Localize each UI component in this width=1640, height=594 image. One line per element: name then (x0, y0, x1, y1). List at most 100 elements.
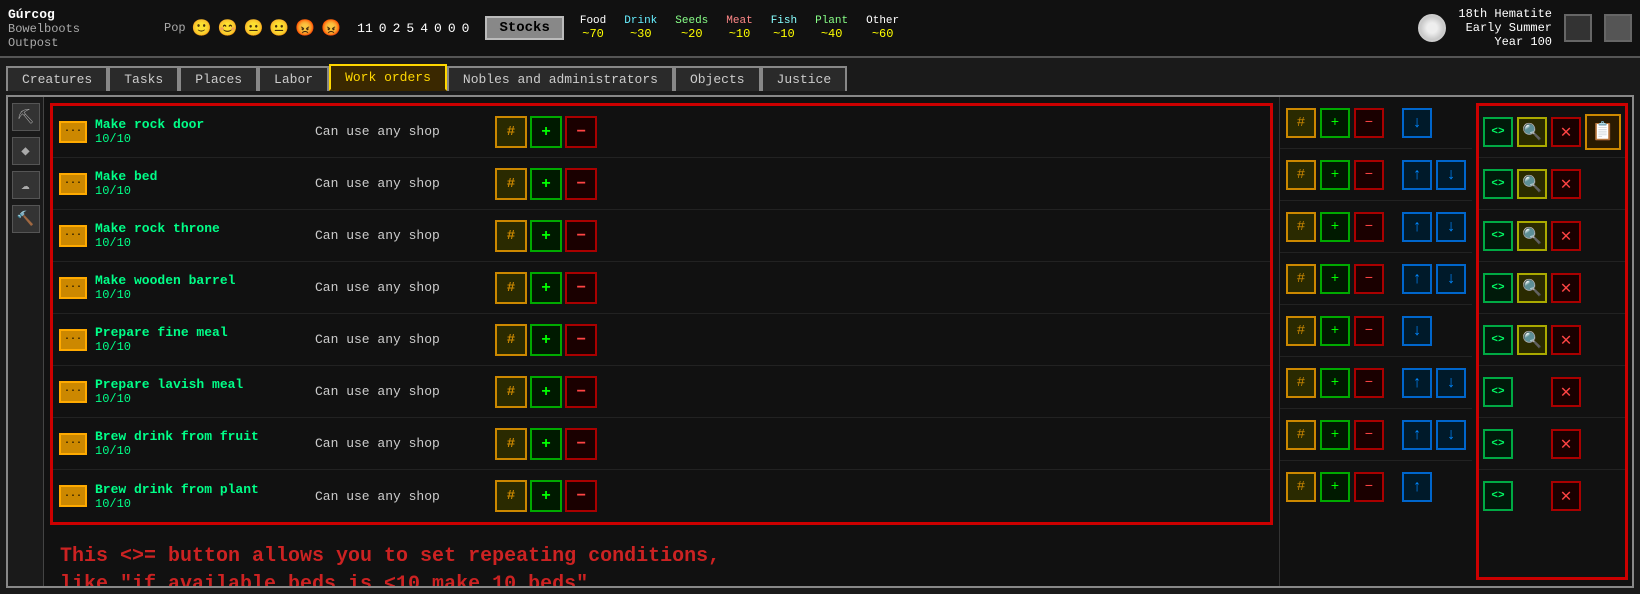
search-btn-2[interactable]: 🔍 (1517, 169, 1547, 199)
minus-btn-1[interactable]: − (565, 116, 597, 148)
ctrl-hash-6[interactable]: # (1286, 368, 1316, 398)
x-btn-7[interactable]: ✕ (1551, 429, 1581, 459)
ctrl-hash-3[interactable]: # (1286, 212, 1316, 242)
diamond-btn-5[interactable]: <> (1483, 325, 1513, 355)
ctrl-minus-5[interactable]: − (1354, 316, 1384, 346)
plus-btn-7[interactable]: + (530, 428, 562, 460)
ctrl-minus-6[interactable]: − (1354, 368, 1384, 398)
arrow-up-3[interactable]: ↑ (1402, 212, 1432, 242)
search-btn-5[interactable]: 🔍 (1517, 325, 1547, 355)
arrow-down-5[interactable]: ↓ (1402, 316, 1432, 346)
arrow-down-7[interactable]: ↓ (1436, 420, 1466, 450)
x-btn-2[interactable]: ✕ (1551, 169, 1581, 199)
tab-places[interactable]: Places (179, 66, 258, 91)
clipboard-btn[interactable]: 📋 (1585, 114, 1621, 150)
diamond-btn-8[interactable]: <> (1483, 481, 1513, 511)
plus-btn-2[interactable]: + (530, 168, 562, 200)
ctrl-plus-8[interactable]: + (1320, 472, 1350, 502)
arrow-down-3[interactable]: ↓ (1436, 212, 1466, 242)
tab-creatures[interactable]: Creatures (6, 66, 108, 91)
diamond-btn-6[interactable]: <> (1483, 377, 1513, 407)
diamond-btn-3[interactable]: <> (1483, 221, 1513, 251)
arrow-up-6[interactable]: ↑ (1402, 368, 1432, 398)
order-menu-btn[interactable]: ··· (59, 485, 87, 507)
ctrl-plus-2[interactable]: + (1320, 160, 1350, 190)
tab-work-orders[interactable]: Work orders (329, 64, 447, 91)
x-btn-8[interactable]: ✕ (1551, 481, 1581, 511)
arrow-down-2[interactable]: ↓ (1436, 160, 1466, 190)
ctrl-plus-4[interactable]: + (1320, 264, 1350, 294)
hash-btn-5[interactable]: # (495, 324, 527, 356)
hash-btn-6[interactable]: # (495, 376, 527, 408)
ctrl-minus-1[interactable]: − (1354, 108, 1384, 138)
order-menu-btn[interactable]: ··· (59, 329, 87, 351)
x-btn-3[interactable]: ✕ (1551, 221, 1581, 251)
plus-btn-3[interactable]: + (530, 220, 562, 252)
ctrl-hash-8[interactable]: # (1286, 472, 1316, 502)
hash-btn-3[interactable]: # (495, 220, 527, 252)
ctrl-hash-2[interactable]: # (1286, 160, 1316, 190)
order-menu-btn[interactable]: ··· (59, 433, 87, 455)
ctrl-minus-7[interactable]: − (1354, 420, 1384, 450)
search-btn-3[interactable]: 🔍 (1517, 221, 1547, 251)
minus-btn-4[interactable]: − (565, 272, 597, 304)
minus-btn-5[interactable]: − (565, 324, 597, 356)
plus-btn-6[interactable]: + (530, 376, 562, 408)
minimap-button[interactable] (1564, 14, 1592, 42)
ctrl-hash-1[interactable]: # (1286, 108, 1316, 138)
ctrl-plus-7[interactable]: + (1320, 420, 1350, 450)
tab-nobles[interactable]: Nobles and administrators (447, 66, 674, 91)
ctrl-minus-4[interactable]: − (1354, 264, 1384, 294)
tab-tasks[interactable]: Tasks (108, 66, 179, 91)
sidebar-icon-rock[interactable]: ◆ (12, 137, 40, 165)
x-btn-5[interactable]: ✕ (1551, 325, 1581, 355)
tab-labor[interactable]: Labor (258, 66, 329, 91)
ctrl-plus-6[interactable]: + (1320, 368, 1350, 398)
arrow-down-6[interactable]: ↓ (1436, 368, 1466, 398)
ctrl-hash-5[interactable]: # (1286, 316, 1316, 346)
hash-btn-2[interactable]: # (495, 168, 527, 200)
tab-justice[interactable]: Justice (761, 66, 848, 91)
options-button[interactable] (1604, 14, 1632, 42)
arrow-down-4[interactable]: ↓ (1436, 264, 1466, 294)
minus-btn-3[interactable]: − (565, 220, 597, 252)
arrow-up-4[interactable]: ↑ (1402, 264, 1432, 294)
hash-btn-1[interactable]: # (495, 116, 527, 148)
plus-btn-4[interactable]: + (530, 272, 562, 304)
diamond-btn-2[interactable]: <> (1483, 169, 1513, 199)
search-btn-4[interactable]: 🔍 (1517, 273, 1547, 303)
x-btn-1[interactable]: ✕ (1551, 117, 1581, 147)
minus-btn-2[interactable]: − (565, 168, 597, 200)
arrow-up-2[interactable]: ↑ (1402, 160, 1432, 190)
stocks-button[interactable]: Stocks (485, 16, 563, 40)
arrow-up-8[interactable]: ↑ (1402, 472, 1432, 502)
ctrl-plus-3[interactable]: + (1320, 212, 1350, 242)
ctrl-plus-5[interactable]: + (1320, 316, 1350, 346)
tab-objects[interactable]: Objects (674, 66, 761, 91)
hash-btn-4[interactable]: # (495, 272, 527, 304)
minus-btn-6[interactable]: − (565, 376, 597, 408)
arrow-down-1[interactable]: ↓ (1402, 108, 1432, 138)
ctrl-plus-1[interactable]: + (1320, 108, 1350, 138)
diamond-btn-7[interactable]: <> (1483, 429, 1513, 459)
ctrl-minus-2[interactable]: − (1354, 160, 1384, 190)
diamond-btn-1[interactable]: <> (1483, 117, 1513, 147)
hash-btn-8[interactable]: # (495, 480, 527, 512)
ctrl-minus-8[interactable]: − (1354, 472, 1384, 502)
order-menu-btn[interactable]: ··· (59, 277, 87, 299)
arrow-up-7[interactable]: ↑ (1402, 420, 1432, 450)
ctrl-minus-3[interactable]: − (1354, 212, 1384, 242)
minus-btn-7[interactable]: − (565, 428, 597, 460)
minus-btn-8[interactable]: − (565, 480, 597, 512)
x-btn-6[interactable]: ✕ (1551, 377, 1581, 407)
ctrl-hash-4[interactable]: # (1286, 264, 1316, 294)
sidebar-icon-cloud[interactable]: ☁ (12, 171, 40, 199)
plus-btn-1[interactable]: + (530, 116, 562, 148)
hash-btn-7[interactable]: # (495, 428, 527, 460)
order-menu-btn[interactable]: ··· (59, 225, 87, 247)
plus-btn-8[interactable]: + (530, 480, 562, 512)
x-btn-4[interactable]: ✕ (1551, 273, 1581, 303)
order-menu-btn[interactable]: ··· (59, 121, 87, 143)
search-btn-1[interactable]: 🔍 (1517, 117, 1547, 147)
diamond-btn-4[interactable]: <> (1483, 273, 1513, 303)
